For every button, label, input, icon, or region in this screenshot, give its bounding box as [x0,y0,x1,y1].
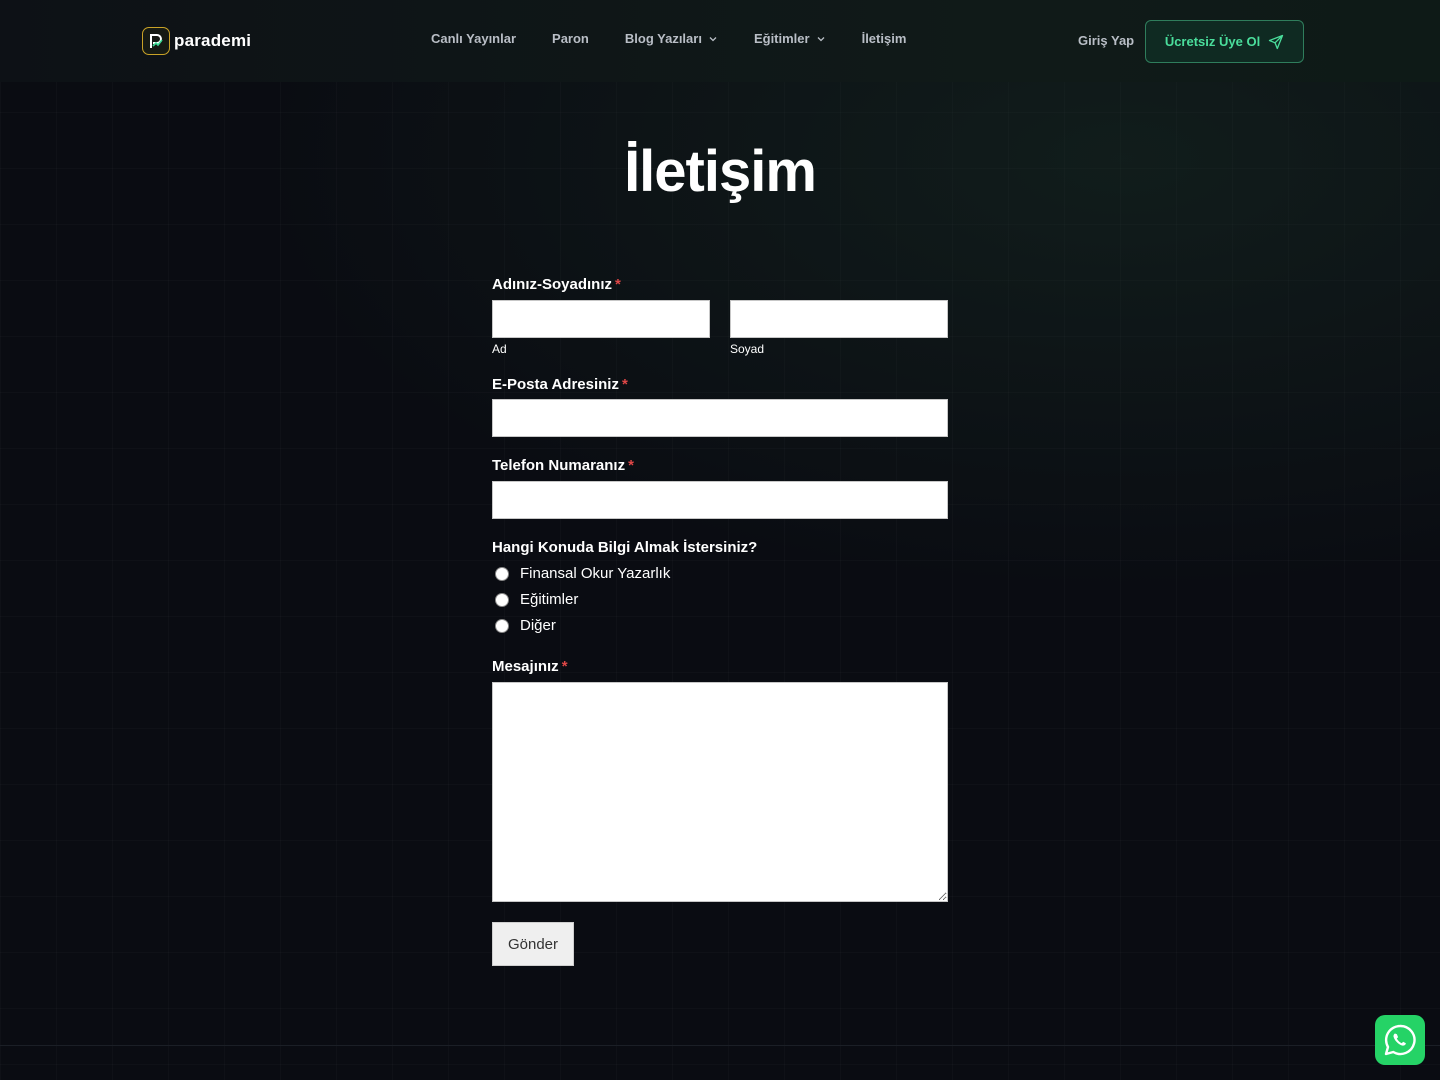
contact-form: Adınız-Soyadınız * Ad Soyad E-Posta Adres… [492,276,948,966]
footer-divider [0,1045,1440,1046]
site-header: parademi Canlı Yayınlar Paron Blog Yazıl… [0,0,1440,82]
send-icon [1269,34,1284,49]
radio-label: Eğitimler [520,591,579,608]
name-group: Adınız-Soyadınız * Ad Soyad [492,276,948,356]
radio-label: Finansal Okur Yazarlık [520,565,671,582]
last-name-sublabel: Soyad [730,342,765,356]
first-name-sublabel: Ad [492,342,507,356]
nav-item-blog-yazilari[interactable]: Blog Yazıları [625,31,718,46]
radio-button[interactable] [495,592,509,607]
email-label: E-Posta Adresiniz * [492,376,628,393]
topic-label: Hangi Konuda Bilgi Almak İstersiniz? [492,539,758,556]
nav-item-canli-yayinlar[interactable]: Canlı Yayınlar [431,31,516,46]
phone-field[interactable] [492,481,948,519]
whatsapp-icon [1384,1024,1416,1056]
logo-icon [142,27,170,55]
last-name-input[interactable] [730,300,948,338]
login-link[interactable]: Giriş Yap [1078,33,1134,48]
radio-button[interactable] [495,618,509,633]
phone-label: Telefon Numaranız * [492,457,634,474]
main-nav: Canlı Yayınlar Paron Blog Yazıları Eğiti… [431,31,942,46]
email-field[interactable] [492,399,948,437]
required-mark: * [621,376,628,393]
required-mark: * [628,457,634,474]
chevron-down-icon [709,36,717,41]
name-label: Adınız-Soyadınız * [492,276,621,293]
radio-label: Diğer [520,617,556,634]
page-title: İletişim [624,139,817,204]
signup-label: Ücretsiz Üye Ol [1164,34,1261,49]
topic-option-finansal[interactable]: Finansal Okur Yazarlık [492,565,948,582]
message-textarea[interactable] [492,682,948,902]
topic-option-diger[interactable]: Diğer [492,617,948,634]
logo-text: parademi [174,31,252,50]
email-group: E-Posta Adresiniz * [492,376,948,437]
message-group: Mesajınız * [492,658,948,902]
first-name-input[interactable] [492,300,710,338]
whatsapp-button[interactable] [1375,1015,1425,1065]
topic-option-egitimler[interactable]: Eğitimler [492,591,948,608]
required-mark: * [561,658,568,675]
chevron-down-icon [817,36,825,41]
topic-group: Hangi Konuda Bilgi Almak İstersiniz? Fin… [492,539,948,634]
nav-item-egitimler[interactable]: Eğitimler [754,31,826,46]
radio-button[interactable] [495,566,509,581]
logo[interactable]: parademi [142,26,251,56]
nav-item-paron[interactable]: Paron [552,31,589,46]
signup-button[interactable]: Ücretsiz Üye Ol [1145,20,1304,63]
required-mark: * [615,276,621,293]
nav-item-iletisim[interactable]: İletişim [862,31,907,46]
submit-button[interactable]: Gönder [492,922,574,966]
message-label: Mesajınız * [492,658,568,675]
phone-group: Telefon Numaranız * [492,457,948,519]
